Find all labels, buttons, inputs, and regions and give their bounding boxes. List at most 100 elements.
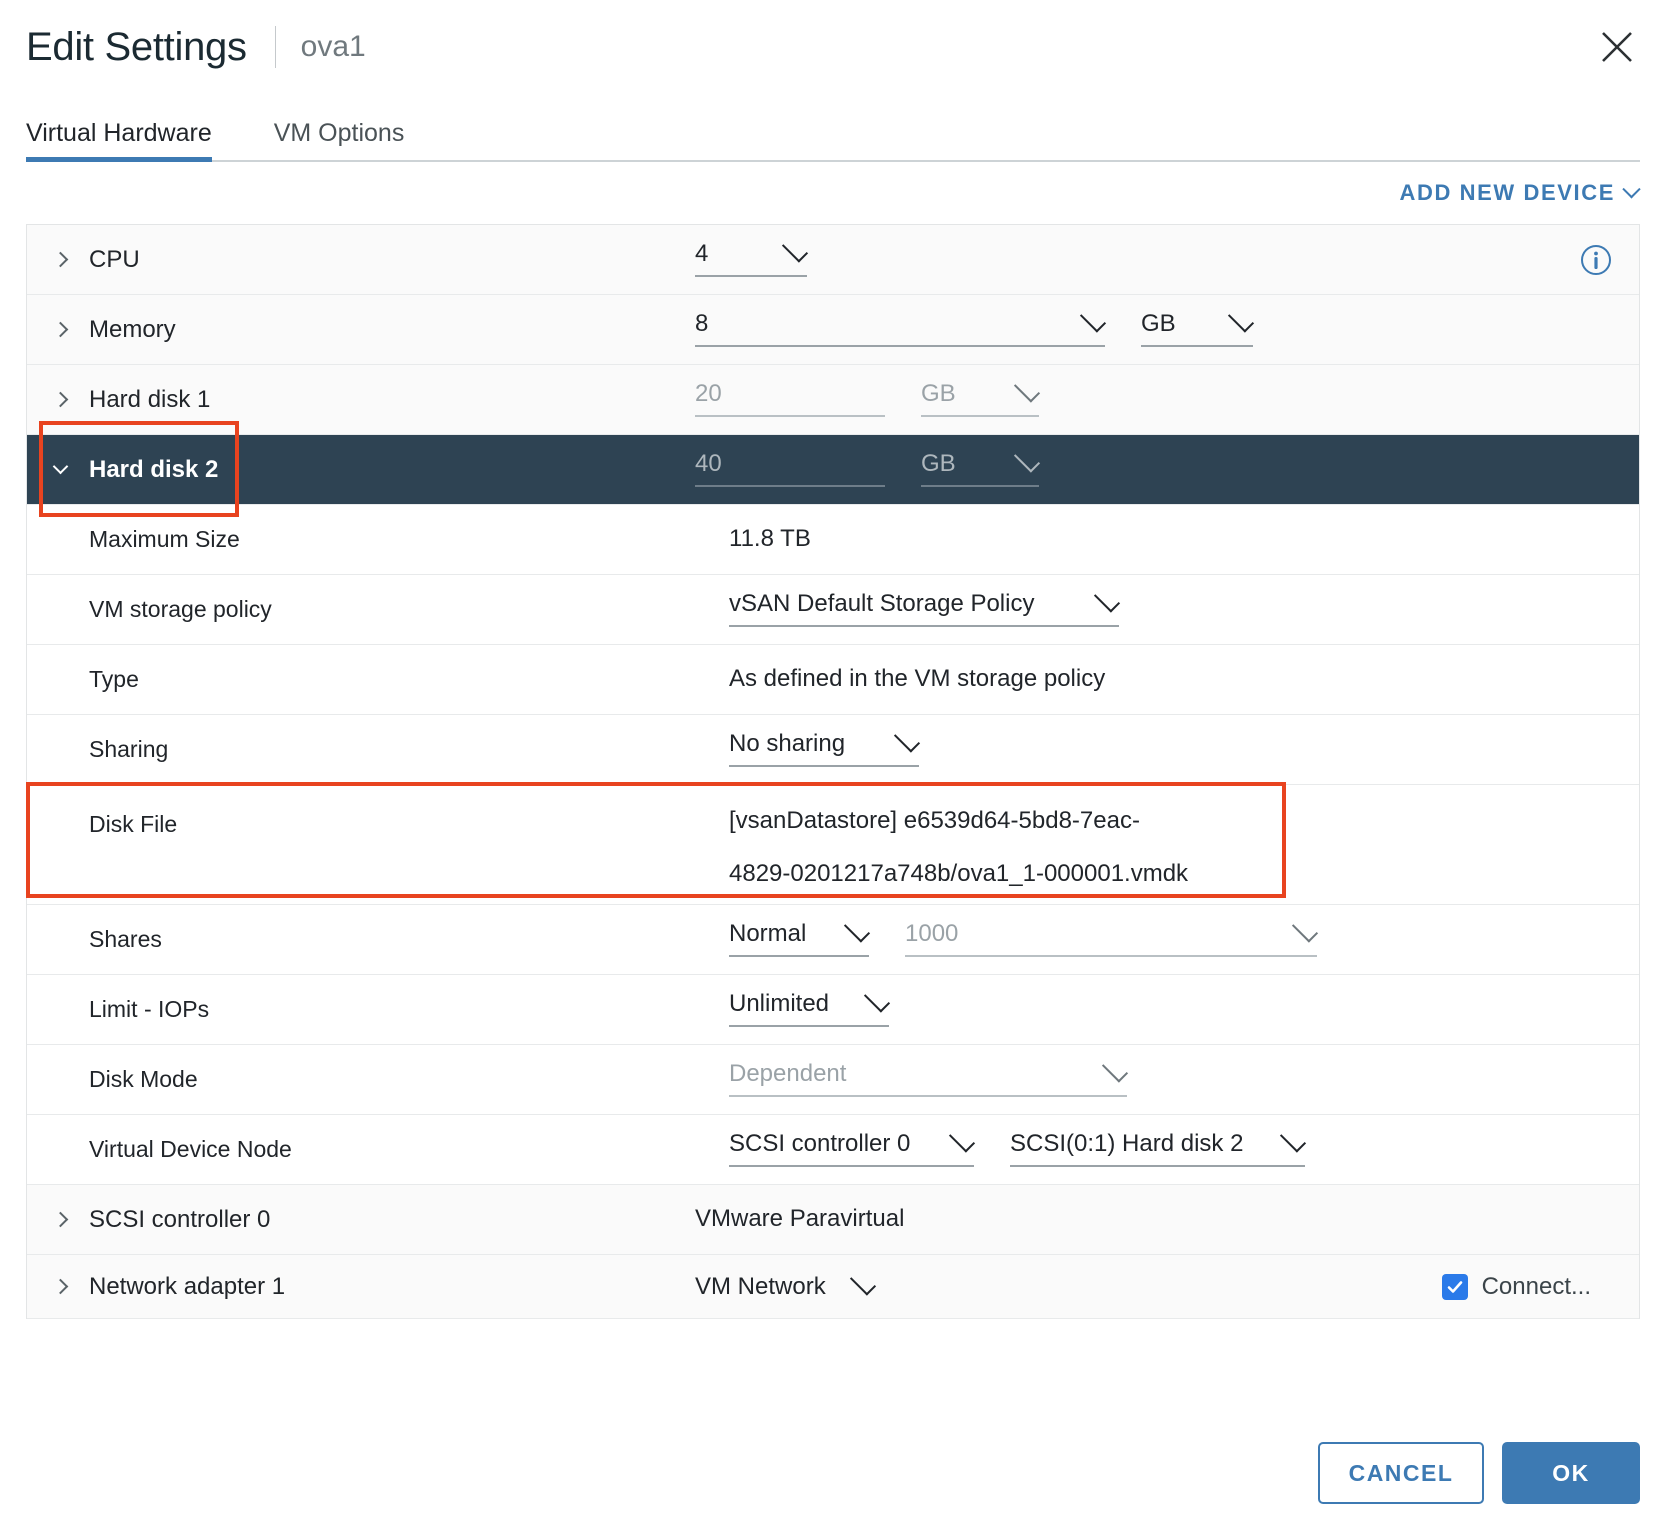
table-row-scsi-controller-0[interactable]: SCSI controller 0 VMware Paravirtual (27, 1185, 1639, 1255)
row-label-disk-mode: Disk Mode (89, 1066, 198, 1092)
hard-disk-1-fields: 20 GB (695, 376, 1639, 417)
shares-level-select[interactable]: Normal (729, 916, 871, 957)
type-value: As defined in the VM storage policy (729, 665, 1106, 693)
row-label-scsi-controller-0: SCSI controller 0 (52, 1205, 695, 1233)
table-row-sharing: Sharing No sharing (27, 715, 1639, 785)
chevron-down-icon (1279, 1126, 1307, 1153)
add-new-device-button[interactable]: ADD NEW DEVICE (1399, 179, 1641, 206)
hard-disk-2-fields: 40 GB (695, 446, 1639, 487)
add-new-device-label: ADD NEW DEVICE (1399, 180, 1615, 205)
disk-mode-select[interactable]: Dependent (729, 1056, 1129, 1097)
chevron-down-icon (1227, 306, 1255, 333)
hard-disk-2-size-input[interactable]: 40 (695, 452, 885, 487)
row-label-shares: Shares (89, 926, 162, 952)
table-row-memory[interactable]: Memory 8 GB (27, 295, 1639, 365)
row-label-hard-disk-1: Hard disk 1 (52, 385, 695, 413)
row-label-virtual-device-node: Virtual Device Node (89, 1136, 292, 1162)
chevron-right-icon[interactable] (52, 321, 69, 338)
chevron-right-icon[interactable] (52, 1211, 69, 1228)
network-adapter-1-fields: VM Network (695, 1268, 1442, 1299)
table-row-cpu[interactable]: CPU 4 (27, 225, 1639, 295)
chevron-down-icon[interactable] (52, 458, 69, 475)
edit-settings-dialog: Edit Settings ova1 Virtual Hardware VM O… (0, 0, 1666, 1532)
chevron-down-icon (1291, 916, 1319, 943)
limit-iops-fields: Unlimited (729, 986, 1639, 1027)
close-button[interactable] (1594, 24, 1640, 70)
row-label-network-adapter-1: Network adapter 1 (52, 1272, 695, 1300)
disk-file-value-line-1: [vsanDatastore] e6539d64-5bd8-7eac- (729, 807, 1140, 835)
page-title: Edit Settings (26, 25, 247, 69)
row-label-sharing: Sharing (89, 736, 169, 762)
disk-mode-fields: Dependent (729, 1056, 1639, 1097)
row-label-cpu: CPU (52, 245, 695, 273)
ok-button[interactable]: OK (1502, 1442, 1640, 1504)
row-label-limit-iops: Limit - IOPs (89, 996, 210, 1022)
table-row-disk-mode: Disk Mode Dependent (27, 1045, 1639, 1115)
chevron-down-icon (843, 916, 871, 943)
row-label-type: Type (89, 666, 139, 692)
table-row-maximum-size: Maximum Size 11.8 TB (27, 505, 1639, 575)
row-label-hard-disk-2: Hard disk 2 (52, 455, 695, 483)
sharing-fields: No sharing (729, 726, 1639, 767)
shares-amount-input[interactable]: 1000 (905, 916, 1319, 957)
scsi-controller-0-label-text: SCSI controller 0 (89, 1205, 271, 1233)
cpu-label-text: CPU (89, 245, 140, 273)
cpu-count-select[interactable]: 4 (695, 236, 809, 277)
table-row-disk-file: Disk File [vsanDatastore] e6539d64-5bd8-… (26, 782, 1639, 905)
hard-disk-2-label-text: Hard disk 2 (89, 455, 219, 483)
chevron-down-icon (863, 986, 891, 1013)
table-row-type: Type As defined in the VM storage policy (27, 645, 1639, 715)
table-row-shares: Shares Normal 1000 (27, 905, 1639, 975)
tab-vm-options[interactable]: VM Options (274, 121, 405, 160)
table-row-hard-disk-2[interactable]: Hard disk 2 40 GB (27, 421, 1639, 517)
cancel-button[interactable]: CANCEL (1318, 1442, 1484, 1504)
network-adapter-1-connect-checkbox[interactable]: Connect... (1441, 1272, 1591, 1301)
virtual-device-node-controller-select[interactable]: SCSI controller 0 (729, 1126, 976, 1167)
hard-disk-1-label-text: Hard disk 1 (89, 385, 211, 413)
vm-storage-policy-fields: vSAN Default Storage Policy (729, 586, 1639, 627)
virtual-device-node-fields: SCSI controller 0 SCSI(0:1) Hard disk 2 (729, 1126, 1639, 1167)
maximum-size-value: 11.8 TB (729, 525, 811, 553)
network-adapter-1-network-select[interactable]: VM Network (695, 1268, 877, 1299)
hard-disk-2-unit-select[interactable]: GB (921, 446, 1041, 487)
chevron-down-icon (1079, 306, 1107, 333)
memory-size-input[interactable]: 8 (695, 306, 1107, 347)
chevron-down-icon (893, 726, 921, 753)
vm-storage-policy-select[interactable]: vSAN Default Storage Policy (729, 586, 1121, 627)
table-row-network-adapter-1[interactable]: Network adapter 1 VM Network Connect... (27, 1255, 1639, 1319)
toolbar: ADD NEW DEVICE (26, 162, 1641, 224)
row-label-disk-file: Disk File (89, 811, 178, 837)
chevron-down-icon (1013, 376, 1041, 403)
title-divider (274, 26, 276, 68)
memory-label-text: Memory (89, 315, 176, 343)
dialog-header: Edit Settings ova1 (26, 0, 1640, 86)
scsi-controller-0-value: VMware Paravirtual (695, 1205, 905, 1233)
row-label-vm-storage-policy: VM storage policy (89, 596, 272, 622)
limit-iops-select[interactable]: Unlimited (729, 986, 891, 1027)
hard-disk-1-size-input[interactable]: 20 (695, 382, 885, 417)
hard-disk-1-unit-select[interactable]: GB (921, 376, 1041, 417)
chevron-right-icon[interactable] (52, 391, 69, 408)
chevron-down-icon (948, 1126, 976, 1153)
tab-virtual-hardware[interactable]: Virtual Hardware (26, 121, 212, 162)
shares-fields: Normal 1000 (729, 916, 1639, 957)
maximum-size-fields: 11.8 TB (729, 522, 1639, 556)
chevron-down-icon (1101, 1056, 1129, 1083)
chevron-right-icon[interactable] (52, 1278, 69, 1295)
virtual-device-node-unit-select[interactable]: SCSI(0:1) Hard disk 2 (1010, 1126, 1307, 1167)
cpu-fields: 4 (695, 236, 1579, 277)
memory-unit-select[interactable]: GB (1141, 306, 1255, 347)
chevron-down-icon (1013, 446, 1041, 473)
sharing-select[interactable]: No sharing (729, 726, 921, 767)
table-row-virtual-device-node: Virtual Device Node SCSI controller 0 SC… (27, 1115, 1639, 1185)
chevron-down-icon (849, 1268, 877, 1296)
table-row-hard-disk-1[interactable]: Hard disk 1 20 GB (27, 365, 1639, 435)
chevron-right-icon[interactable] (52, 251, 69, 268)
disk-file-value-line-2: 4829-0201217a748b/ova1_1-000001.vmdk (729, 859, 1189, 887)
chevron-down-icon (1093, 586, 1121, 613)
row-label-memory: Memory (52, 315, 695, 343)
network-adapter-1-label-text: Network adapter 1 (89, 1272, 286, 1300)
info-icon[interactable] (1579, 243, 1613, 277)
connect-label: Connect... (1481, 1272, 1591, 1300)
type-fields: As defined in the VM storage policy (729, 662, 1639, 696)
